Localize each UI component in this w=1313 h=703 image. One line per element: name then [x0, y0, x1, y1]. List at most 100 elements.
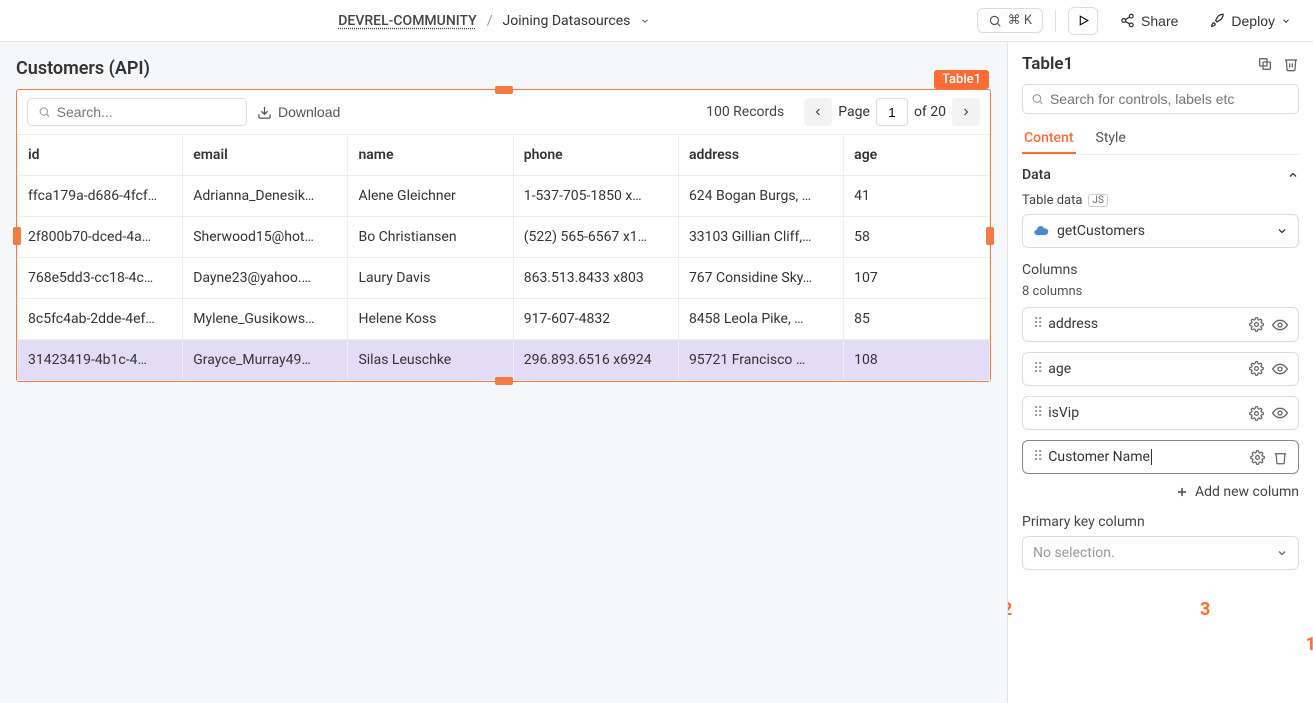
- next-page-button[interactable]: [952, 98, 980, 126]
- column-item[interactable]: ⠿isVip: [1022, 396, 1299, 430]
- chevron-down-icon[interactable]: [640, 14, 650, 28]
- download-button[interactable]: Download: [257, 104, 340, 120]
- chevron-down-icon: [1276, 225, 1288, 237]
- cell[interactable]: 41: [844, 176, 990, 217]
- cell[interactable]: 8458 Leola Pike, …: [678, 299, 843, 340]
- gear-icon[interactable]: [1249, 405, 1264, 421]
- global-search-button[interactable]: ⌘ K: [977, 8, 1043, 33]
- play-button[interactable]: [1068, 7, 1098, 35]
- cell[interactable]: Silas Leuschke: [348, 340, 513, 381]
- drag-handle-icon[interactable]: ⠿: [1033, 316, 1040, 332]
- resize-handle-bottom[interactable]: [495, 377, 513, 385]
- trash-icon[interactable]: [1273, 449, 1288, 465]
- column-item[interactable]: ⠿age: [1022, 352, 1299, 386]
- cell[interactable]: Dayne23@yahoo.…: [183, 258, 348, 299]
- cell[interactable]: 33103 Gillian Cliff,…: [678, 217, 843, 258]
- trash-icon[interactable]: [1283, 56, 1299, 72]
- deploy-button[interactable]: Deploy: [1200, 8, 1301, 34]
- canvas[interactable]: Customers (API) Download 100 Records: [0, 42, 1007, 703]
- property-pane-title[interactable]: Table1: [1022, 54, 1073, 74]
- cell[interactable]: 1-537-705-1850 x…: [513, 176, 678, 217]
- property-search[interactable]: [1022, 84, 1299, 114]
- primary-key-select[interactable]: No selection.: [1022, 536, 1299, 570]
- column-header[interactable]: email: [183, 135, 348, 176]
- column-header[interactable]: name: [348, 135, 513, 176]
- cell[interactable]: Alene Gleichner: [348, 176, 513, 217]
- cell[interactable]: Helene Koss: [348, 299, 513, 340]
- column-name-input[interactable]: Customer Name: [1048, 449, 1152, 465]
- column-header[interactable]: age: [844, 135, 990, 176]
- drag-handle-icon[interactable]: ⠿: [1033, 449, 1040, 465]
- column-item-editing[interactable]: ⠿ Customer Name: [1022, 440, 1299, 474]
- cell[interactable]: Sherwood15@hot…: [183, 217, 348, 258]
- table-widget[interactable]: Download 100 Records Page of 20: [16, 89, 991, 382]
- cell[interactable]: Grayce_Murray49…: [183, 340, 348, 381]
- add-column-button[interactable]: Add new column: [1022, 484, 1299, 500]
- table-row[interactable]: ffca179a-d686-4fcf…Adrianna_Denesik…Alen…: [18, 176, 990, 217]
- column-header[interactable]: address: [678, 135, 843, 176]
- js-badge[interactable]: JS: [1088, 194, 1107, 207]
- cell[interactable]: Mylene_Gusikows…: [183, 299, 348, 340]
- gear-icon[interactable]: [1249, 316, 1264, 332]
- breadcrumb-app[interactable]: DEVREL-COMMUNITY: [338, 13, 476, 29]
- column-header[interactable]: phone: [513, 135, 678, 176]
- tab-content[interactable]: Content: [1022, 124, 1076, 154]
- chevron-right-icon: [960, 106, 972, 118]
- resize-handle-top[interactable]: [495, 86, 513, 94]
- gear-icon[interactable]: [1249, 361, 1264, 377]
- cell[interactable]: 107: [844, 258, 990, 299]
- cell[interactable]: 8c5fc4ab-2dde-4ef…: [18, 299, 183, 340]
- breadcrumb: DEVREL-COMMUNITY / Joining Datasources: [12, 13, 977, 29]
- callout-1: 1: [1306, 634, 1313, 655]
- copy-icon[interactable]: [1257, 56, 1273, 72]
- cell[interactable]: 624 Bogan Burgs, …: [678, 176, 843, 217]
- column-header[interactable]: id: [18, 135, 183, 176]
- drag-handle-icon[interactable]: ⠿: [1033, 361, 1040, 377]
- cell[interactable]: 31423419-4b1c-4…: [18, 340, 183, 381]
- resize-handle-left[interactable]: [13, 227, 21, 245]
- cell[interactable]: (522) 565-6567 x1…: [513, 217, 678, 258]
- play-icon: [1077, 14, 1090, 27]
- eye-icon[interactable]: [1272, 405, 1288, 421]
- section-data-header[interactable]: Data: [1022, 167, 1299, 183]
- chevron-down-icon: [1276, 547, 1288, 559]
- cell[interactable]: 863.513.8433 x803: [513, 258, 678, 299]
- cell[interactable]: 58: [844, 217, 990, 258]
- table-row[interactable]: 8c5fc4ab-2dde-4ef…Mylene_Gusikows…Helene…: [18, 299, 990, 340]
- cell[interactable]: 767 Considine Sky…: [678, 258, 843, 299]
- tab-style[interactable]: Style: [1094, 124, 1128, 154]
- cell[interactable]: ffca179a-d686-4fcf…: [18, 176, 183, 217]
- cell[interactable]: 296.893.6516 x6924: [513, 340, 678, 381]
- cell[interactable]: Laury Davis: [348, 258, 513, 299]
- cell[interactable]: 108: [844, 340, 990, 381]
- table-search-input[interactable]: [57, 104, 236, 120]
- gear-icon[interactable]: [1250, 449, 1265, 465]
- drag-handle-icon[interactable]: ⠿: [1033, 405, 1040, 421]
- prev-page-button[interactable]: [804, 98, 832, 126]
- eye-icon[interactable]: [1272, 316, 1288, 332]
- share-button[interactable]: Share: [1110, 8, 1188, 34]
- widget-label[interactable]: Table1: [934, 70, 989, 89]
- cell[interactable]: 768e5dd3-cc18-4c…: [18, 258, 183, 299]
- cell[interactable]: 2f800b70-dced-4a…: [18, 217, 183, 258]
- table-row[interactable]: 768e5dd3-cc18-4c…Dayne23@yahoo.…Laury Da…: [18, 258, 990, 299]
- primary-key-label: Primary key column: [1022, 514, 1299, 530]
- property-search-input[interactable]: [1050, 91, 1290, 107]
- resize-handle-right[interactable]: [986, 227, 994, 245]
- search-icon: [988, 14, 1002, 28]
- column-item[interactable]: ⠿address: [1022, 307, 1299, 341]
- page-number-input[interactable]: [876, 98, 908, 126]
- cell[interactable]: 917-607-4832: [513, 299, 678, 340]
- cell[interactable]: Bo Christiansen: [348, 217, 513, 258]
- divider: [1055, 10, 1056, 32]
- callout-3: 3: [1200, 599, 1210, 620]
- cell[interactable]: Adrianna_Denesik…: [183, 176, 348, 217]
- cell[interactable]: 85: [844, 299, 990, 340]
- table-row[interactable]: 31423419-4b1c-4…Grayce_Murray49…Silas Le…: [18, 340, 990, 381]
- eye-icon[interactable]: [1272, 361, 1288, 377]
- cell[interactable]: 95721 Francisco …: [678, 340, 843, 381]
- table-data-select[interactable]: getCustomers: [1022, 214, 1299, 248]
- table-search[interactable]: [27, 98, 247, 126]
- breadcrumb-page[interactable]: Joining Datasources: [503, 13, 631, 29]
- table-row[interactable]: 2f800b70-dced-4a…Sherwood15@hot…Bo Chris…: [18, 217, 990, 258]
